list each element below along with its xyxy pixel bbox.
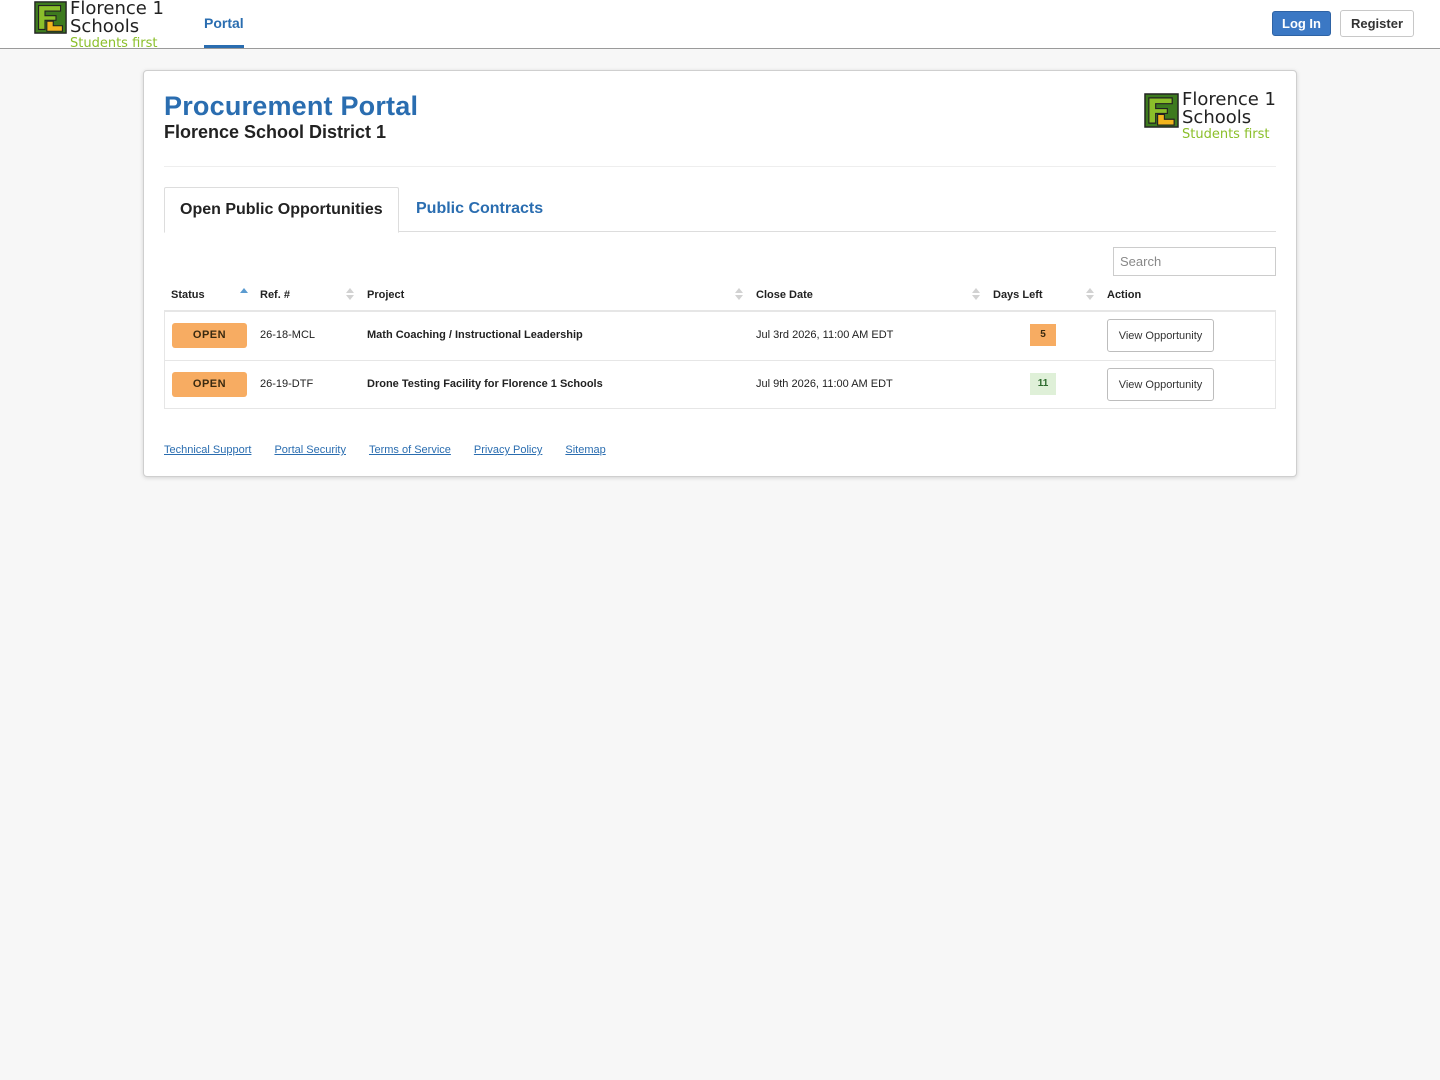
view-opportunity-button[interactable]: View Opportunity bbox=[1107, 368, 1214, 401]
tab-public-contracts[interactable]: Public Contracts bbox=[416, 187, 543, 233]
logo-line2: Schools bbox=[70, 16, 140, 37]
close-date: Jul 9th 2026, 11:00 AM EDT bbox=[756, 378, 893, 390]
column-header-ref[interactable]: Ref. # bbox=[260, 289, 290, 301]
district-logo[interactable]: Florence 1 Schools Students first bbox=[34, 0, 164, 51]
ref-number: 26-19-DTF bbox=[260, 378, 314, 390]
column-header-close-date[interactable]: Close Date bbox=[756, 289, 813, 301]
f1-logo-icon bbox=[1144, 93, 1179, 128]
sort-icon[interactable] bbox=[735, 287, 743, 301]
column-header-project[interactable]: Project bbox=[367, 289, 404, 301]
table-row: OPEN 26-18-MCL Math Coaching / Instructi… bbox=[165, 312, 1275, 360]
nav-tab-portal[interactable]: Portal bbox=[204, 0, 244, 48]
sort-icon[interactable] bbox=[346, 287, 354, 301]
column-header-days-left[interactable]: Days Left bbox=[993, 289, 1043, 301]
logo-tagline: Students first bbox=[70, 36, 158, 51]
footer-link-portal-security[interactable]: Portal Security bbox=[274, 444, 346, 456]
district-logo-large: Florence 1 Schools Students first bbox=[1144, 91, 1276, 143]
status-badge: OPEN bbox=[172, 372, 247, 397]
project-name: Math Coaching / Instructional Leadership bbox=[367, 329, 583, 341]
column-header-action: Action bbox=[1107, 289, 1142, 301]
days-left-badge: 5 bbox=[1030, 324, 1056, 346]
sort-ascending-icon[interactable] bbox=[240, 287, 248, 301]
column-header-status[interactable]: Status bbox=[171, 289, 205, 301]
tab-open-opportunities[interactable]: Open Public Opportunities bbox=[164, 187, 399, 233]
sort-icon[interactable] bbox=[972, 287, 980, 301]
logo-line2: Schools bbox=[1182, 107, 1252, 128]
search-input[interactable] bbox=[1113, 247, 1276, 276]
opportunity-tabs: Open Public Opportunities Public Contrac… bbox=[164, 187, 1276, 233]
table-row: OPEN 26-19-DTF Drone Testing Facility fo… bbox=[165, 360, 1275, 408]
divider bbox=[164, 166, 1276, 167]
footer-link-terms-of-service[interactable]: Terms of Service bbox=[369, 444, 451, 456]
footer-link-sitemap[interactable]: Sitemap bbox=[565, 444, 605, 456]
table-body: OPEN 26-18-MCL Math Coaching / Instructi… bbox=[164, 312, 1276, 409]
project-name: Drone Testing Facility for Florence 1 Sc… bbox=[367, 378, 603, 390]
status-badge: OPEN bbox=[172, 323, 247, 348]
page-subtitle: Florence School District 1 bbox=[164, 122, 387, 142]
close-date: Jul 3rd 2026, 11:00 AM EDT bbox=[756, 329, 894, 341]
ref-number: 26-18-MCL bbox=[260, 329, 316, 341]
footer-links: Technical Support Portal Security Terms … bbox=[164, 444, 606, 456]
footer-link-technical-support[interactable]: Technical Support bbox=[164, 444, 251, 456]
sort-icon[interactable] bbox=[1086, 287, 1094, 301]
view-opportunity-button[interactable]: View Opportunity bbox=[1107, 319, 1214, 352]
opportunities-table: Status Ref. # Project Close Date Days Le… bbox=[164, 279, 1276, 409]
table-header: Status Ref. # Project Close Date Days Le… bbox=[164, 279, 1276, 312]
portal-card: Procurement Portal Florence School Distr… bbox=[143, 70, 1297, 477]
days-left-badge: 11 bbox=[1030, 373, 1056, 395]
login-button[interactable]: Log In bbox=[1272, 11, 1331, 36]
logo-tagline: Students first bbox=[1182, 127, 1270, 142]
f1-logo-icon bbox=[34, 1, 67, 34]
top-navbar: Florence 1 Schools Students first Portal… bbox=[0, 0, 1440, 51]
footer-link-privacy-policy[interactable]: Privacy Policy bbox=[474, 444, 542, 456]
register-button[interactable]: Register bbox=[1340, 10, 1414, 37]
page-title: Procurement Portal bbox=[164, 91, 419, 121]
